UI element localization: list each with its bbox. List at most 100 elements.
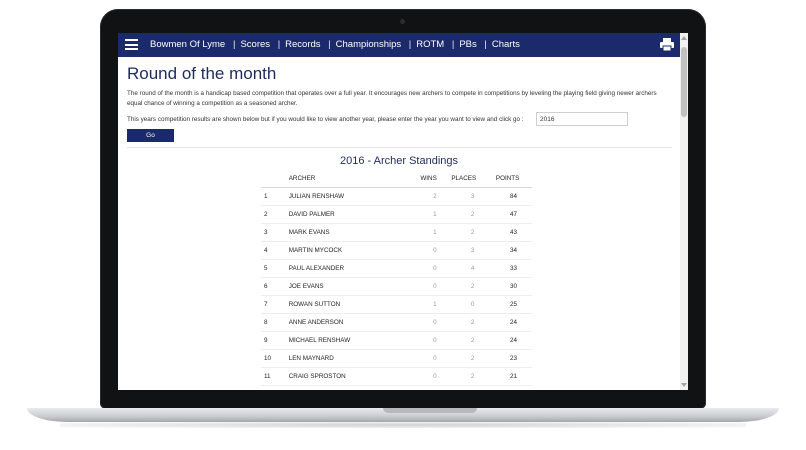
- nav-link-rotm[interactable]: ROTM: [416, 39, 444, 50]
- table-row: 4 MARTIN MYCOCK 0 3 34: [261, 241, 532, 260]
- cell-wins: 1: [419, 295, 451, 314]
- cell-points: 84: [494, 187, 532, 206]
- table-row: 2 DAVID PALMER 1 2 47: [261, 205, 532, 224]
- cell-places: 2: [450, 331, 495, 350]
- table-row: 6 JOE EVANS 0 2 30: [261, 277, 532, 296]
- cell-position: 11: [261, 367, 288, 386]
- cell-wins: 0: [419, 367, 451, 386]
- cell-wins: 1: [419, 223, 451, 242]
- laptop-shadow: [60, 422, 746, 428]
- table-row: 8 ANNE ANDERSON 0 2 24: [261, 313, 532, 332]
- page-scrollbar[interactable]: [680, 33, 688, 390]
- nav-links: | Scores | Records | Championships | ROTM | P…: [233, 39, 520, 50]
- cell-places: 2: [450, 367, 495, 386]
- cell-position: 10: [261, 349, 288, 368]
- site-brand[interactable]: Bowmen Of Lyme: [150, 39, 225, 50]
- col-places: PLACES: [450, 170, 495, 188]
- intro-paragraph: The round of the month is a handicap bas…: [127, 90, 657, 107]
- cell-archer: ANNE ANDERSON: [287, 313, 420, 332]
- cell-archer: JULIAN RENSHAW: [287, 187, 420, 206]
- cell-position: 3: [261, 223, 288, 242]
- cell-position: 8: [261, 313, 288, 332]
- cell-wins: 0: [419, 349, 451, 368]
- table-row: 9 MICHAEL RENSHAW 0 2 24: [261, 331, 532, 350]
- table-row: 5 PAUL ALEXANDER 0 4 33: [261, 259, 532, 278]
- menu-icon[interactable]: [125, 39, 138, 50]
- cell-places: 2: [450, 313, 495, 332]
- table-row: 11 CRAIG SPROSTON 0 2 21: [261, 367, 532, 386]
- cell-points: 33: [494, 259, 532, 278]
- section-divider: [127, 147, 672, 148]
- nav-link-championships[interactable]: Championships: [336, 39, 401, 50]
- table-row: 7 ROWAN SUTTON 1 0 25: [261, 295, 532, 314]
- standings-table: ARCHER WINS PLACES POINTS 1 JULIAN RENSHA…: [261, 170, 532, 390]
- cell-points: 24: [494, 313, 532, 332]
- cell-archer: DAVID PALMER: [287, 205, 420, 224]
- cell-wins: 0: [419, 241, 451, 260]
- scroll-up-arrow-icon[interactable]: [681, 36, 687, 40]
- year-input[interactable]: [536, 112, 628, 126]
- cell-archer: HANNAH ALEXANDER: [287, 385, 420, 390]
- cell-places: 3: [450, 187, 495, 206]
- cell-archer: ROWAN SUTTON: [287, 295, 420, 314]
- cell-position: 6: [261, 277, 288, 296]
- standings-title: 2016 - Archer Standings: [339, 155, 459, 167]
- cell-position: 2: [261, 205, 288, 224]
- cell-position: 12: [261, 385, 288, 390]
- cell-archer: MARTIN MYCOCK: [287, 241, 420, 260]
- nav-link-charts[interactable]: Charts: [492, 39, 520, 50]
- cell-position: 4: [261, 241, 288, 260]
- col-archer: ARCHER: [287, 170, 420, 188]
- cell-places: 2: [450, 223, 495, 242]
- go-button[interactable]: Go: [127, 129, 174, 142]
- cell-position: 5: [261, 259, 288, 278]
- cell-places: 2: [450, 349, 495, 368]
- cell-points: 34: [494, 241, 532, 260]
- cell-points: 18: [494, 385, 532, 390]
- cell-wins: 1: [419, 205, 451, 224]
- printer-icon[interactable]: [660, 38, 674, 51]
- cell-archer: JOE EVANS: [287, 277, 420, 296]
- cell-wins: 0: [419, 259, 451, 278]
- nav-link-records[interactable]: Records: [285, 39, 320, 50]
- scroll-down-arrow-icon[interactable]: [681, 383, 687, 387]
- col-wins: WINS: [419, 170, 451, 188]
- cell-wins: 0: [419, 277, 451, 296]
- cell-places: 2: [450, 277, 495, 296]
- table-row: 1 JULIAN RENSHAW 2 3 84: [261, 187, 532, 206]
- standings-body: 1 JULIAN RENSHAW 2 3 84 2 DAVID PALMER 1 2 47 3 MAR…: [261, 187, 532, 390]
- scroll-thumb[interactable]: [681, 47, 687, 117]
- cell-position: 7: [261, 295, 288, 314]
- cell-points: 25: [494, 295, 532, 314]
- cell-points: 43: [494, 223, 532, 242]
- top-nav: Bowmen Of Lyme | Scores | Records | Champio…: [118, 33, 680, 57]
- cell-archer: LEN MAYNARD: [287, 349, 420, 368]
- cell-archer: MARK EVANS: [287, 223, 420, 242]
- nav-link-pbs[interactable]: PBs: [459, 39, 476, 50]
- col-points: POINTS: [494, 170, 532, 188]
- cell-places: 4: [450, 259, 495, 278]
- cell-wins: 0: [419, 313, 451, 332]
- browser-screen: Bowmen Of Lyme | Scores | Records | Champio…: [118, 33, 688, 390]
- cell-points: 23: [494, 349, 532, 368]
- camera-dot: [400, 19, 405, 24]
- cell-places: 3: [450, 241, 495, 260]
- cell-archer: MICHAEL RENSHAW: [287, 331, 420, 350]
- cell-wins: 2: [419, 187, 451, 206]
- cell-points: 47: [494, 205, 532, 224]
- cell-wins: 0: [419, 331, 451, 350]
- cell-places: 2: [450, 205, 495, 224]
- cell-wins: 0: [419, 385, 451, 390]
- table-header-row: ARCHER WINS PLACES POINTS: [261, 170, 532, 188]
- laptop-notch: [383, 408, 477, 413]
- cell-position: 9: [261, 331, 288, 350]
- table-row: 10 LEN MAYNARD 0 2 23: [261, 349, 532, 368]
- page-title: Round of the month: [127, 64, 277, 83]
- cell-archer: PAUL ALEXANDER: [287, 259, 420, 278]
- cell-points: 24: [494, 331, 532, 350]
- year-prompt: This years competition results are shown…: [127, 116, 524, 123]
- nav-link-scores[interactable]: Scores: [240, 39, 270, 50]
- table-row: 12HANNAH ALEXANDER0118: [261, 385, 532, 390]
- table-row: 3 MARK EVANS 1 2 43: [261, 223, 532, 242]
- laptop-base: [27, 408, 779, 422]
